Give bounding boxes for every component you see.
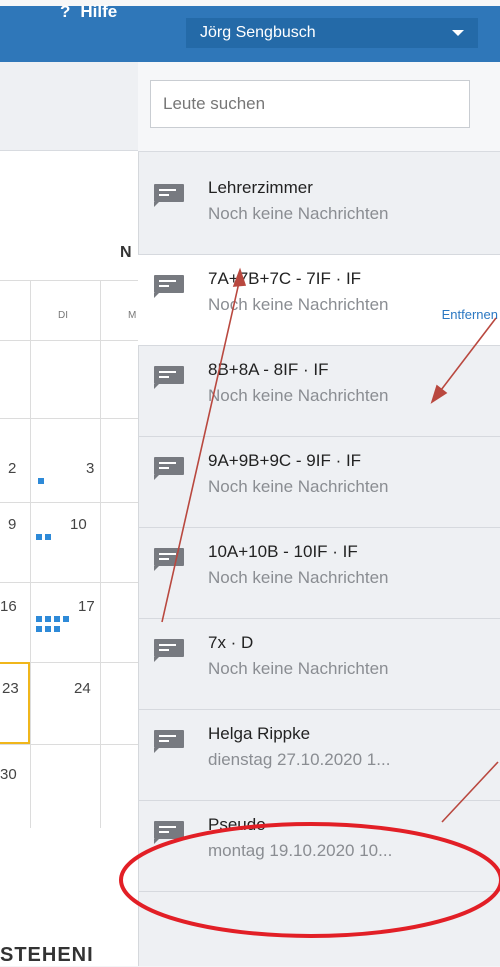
calendar-day[interactable]: 2 — [8, 460, 16, 477]
calendar-day[interactable]: 17 — [78, 598, 95, 615]
chat-title: 9A+9B+9C - 9IF · IF — [208, 451, 362, 470]
calendar-day[interactable]: 10 — [70, 516, 87, 533]
calendar-day[interactable]: 16 — [0, 598, 17, 615]
event-dot — [45, 616, 51, 622]
chat-item-10if[interactable]: 10A+10B - 10IF · IF Noch keine Nachricht… — [138, 528, 500, 619]
chat-item-7x-d[interactable]: 7x · D Noch keine Nachrichten — [138, 619, 500, 710]
chat-subtitle: Noch keine Nachrichten — [208, 295, 389, 314]
chat-subtitle: Noch keine Nachrichten — [208, 386, 389, 405]
user-dropdown[interactable]: Jörg Sengbusch — [186, 18, 478, 48]
event-dot — [45, 626, 51, 632]
chat-icon — [154, 184, 184, 207]
month-title: N — [120, 244, 132, 261]
grid-line — [0, 280, 140, 281]
chat-icon — [154, 730, 184, 753]
grid-line — [0, 502, 140, 503]
calendar-day[interactable]: 30 — [0, 766, 17, 783]
day-header-mi: M — [128, 310, 137, 321]
chat-subtitle: Noch keine Nachrichten — [208, 568, 389, 587]
event-dot — [45, 534, 51, 540]
event-dot — [36, 534, 42, 540]
chat-subtitle: Noch keine Nachrichten — [208, 204, 389, 223]
grid-line — [100, 280, 101, 828]
chat-icon — [154, 639, 184, 662]
chat-title: 8B+8A - 8IF · IF — [208, 360, 329, 379]
grid-line — [30, 280, 31, 828]
chat-title: 7A+7B+7C - 7IF · IF — [208, 269, 362, 288]
event-dot — [54, 626, 60, 632]
grid-line — [0, 418, 140, 419]
chat-title: 10A+10B - 10IF · IF — [208, 542, 358, 561]
chat-title: Lehrerzimmer — [208, 178, 313, 197]
chat-title: Helga Rippke — [208, 724, 311, 743]
chat-icon — [154, 548, 184, 571]
grid-line — [0, 582, 140, 583]
chat-item-helga-rippke[interactable]: Helga Rippke dienstag 27.10.2020 1... — [138, 710, 500, 801]
chat-item-9if[interactable]: 9A+9B+9C - 9IF · IF Noch keine Nachricht… — [138, 437, 500, 528]
chat-subtitle: dienstag 27.10.2020 1... — [208, 750, 391, 769]
chat-item-7if[interactable]: 7A+7B+7C - 7IF · IF Noch keine Nachricht… — [138, 255, 500, 346]
remove-link[interactable]: Entfernen — [442, 307, 498, 322]
chat-subtitle: Noch keine Nachrichten — [208, 477, 389, 496]
day-header-di: DI — [58, 310, 68, 321]
chat-item-lehrerzimmer[interactable]: Lehrerzimmer Noch keine Nachrichten — [138, 164, 500, 255]
chat-subtitle: montag 19.10.2020 10... — [208, 841, 393, 860]
chat-subtitle: Noch keine Nachrichten — [208, 659, 389, 678]
chat-icon — [154, 275, 184, 298]
event-dot — [63, 616, 69, 622]
chat-icon — [154, 821, 184, 844]
today-highlight — [0, 662, 30, 744]
chat-title: 7x · D — [208, 633, 254, 652]
section-heading: STEHENI — [0, 944, 94, 966]
calendar-panel — [0, 62, 140, 966]
calendar-day[interactable]: 3 — [86, 460, 94, 477]
event-dot — [36, 626, 42, 632]
event-dot — [38, 478, 44, 484]
help-label: Hilfe — [80, 2, 118, 21]
help-icon: ? — [60, 2, 71, 21]
grid-line — [0, 744, 140, 745]
event-dot — [54, 616, 60, 622]
event-dot — [36, 616, 42, 622]
chat-item-8if[interactable]: 8B+8A - 8IF · IF Noch keine Nachrichten — [138, 346, 500, 437]
top-bar: ? Hilfe Jörg Sengbusch — [0, 0, 500, 62]
chevron-down-icon — [452, 30, 464, 36]
chat-icon — [154, 457, 184, 480]
user-name: Jörg Sengbusch — [200, 24, 316, 41]
calendar-day[interactable]: 9 — [8, 516, 16, 533]
chat-item-pseudo[interactable]: Pseudo montag 19.10.2020 10... — [138, 801, 500, 892]
chat-icon — [154, 366, 184, 389]
search-input[interactable] — [150, 80, 470, 128]
calendar-day[interactable]: 24 — [74, 680, 91, 697]
chat-title: Pseudo — [208, 815, 266, 834]
help-link[interactable]: ? Hilfe — [60, 2, 117, 22]
calendar-header-area — [0, 62, 140, 151]
grid-line — [0, 340, 140, 341]
